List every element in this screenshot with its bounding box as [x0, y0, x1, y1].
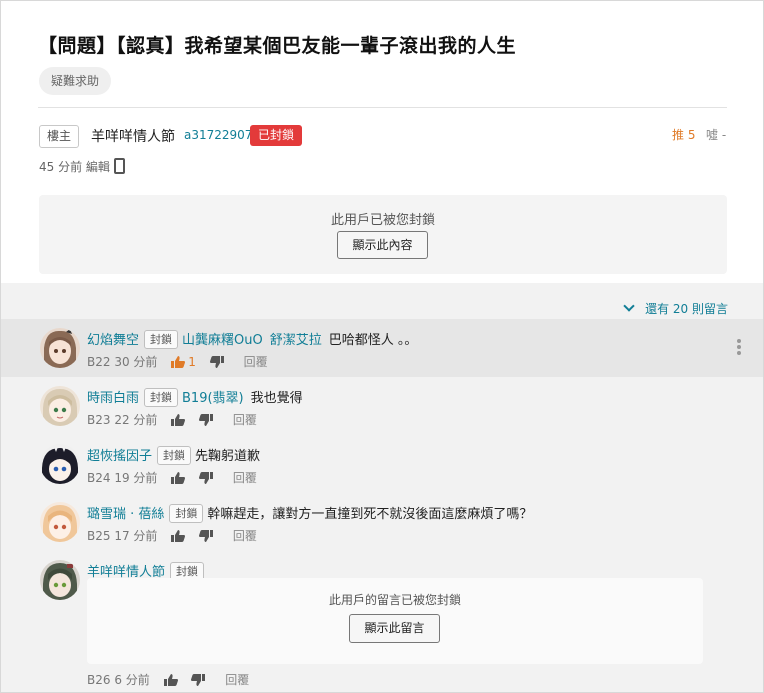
thumbs-down-icon[interactable]: [199, 529, 214, 542]
thumbs-down-icon[interactable]: [199, 471, 214, 484]
comment-line: 璐雪瑞 · 蓓絲 封鎖 幹嘛趕走，讓對方一直撞到死不就沒後面這麼麻煩了嗎？: [87, 503, 532, 523]
comment-floor: B25: [87, 528, 111, 543]
block-user-button[interactable]: 封鎖: [157, 446, 192, 465]
show-comment-button[interactable]: 顯示此留言: [349, 614, 440, 643]
reply-link[interactable]: 回覆: [233, 527, 257, 544]
blocked-content-box: 此用戶已被您封鎖 顯示此內容: [39, 195, 727, 274]
block-user-button[interactable]: 封鎖: [144, 330, 179, 349]
comment-time: 30 分前: [114, 355, 158, 369]
like-count: 1: [188, 354, 196, 369]
reply-link[interactable]: 回覆: [233, 411, 257, 428]
comment-line: 超恢搖因子 封鎖 先鞠躬道歉: [87, 445, 260, 465]
comment-time: 17 分前: [114, 529, 158, 543]
reply-link[interactable]: 回覆: [225, 671, 249, 688]
comment-floor: B22: [87, 354, 111, 369]
more-replies-label: 還有 20 則留言: [645, 302, 728, 316]
avatar[interactable]: [40, 328, 80, 368]
blocked-comment-box: 此用戶的留言已被您封鎖 顯示此留言: [87, 578, 703, 664]
thumbs-down-icon[interactable]: [209, 355, 224, 368]
blocked-comment-message: 此用戶的留言已被您封鎖: [328, 593, 461, 607]
thumbs-down-icon[interactable]: [199, 413, 214, 426]
author-id[interactable]: a31722907: [184, 128, 252, 142]
comment-time: 6 分前: [114, 673, 150, 687]
comment-text: 幹嘛趕走，讓對方一直撞到死不就沒後面這麼麻煩了嗎？: [207, 507, 533, 522]
reply-link[interactable]: 回覆: [244, 353, 268, 370]
comment-user[interactable]: 超恢搖因子: [87, 449, 152, 464]
chevron-down-icon: [623, 300, 635, 312]
comment-meta: B22 30 分前 1 回覆: [87, 353, 268, 370]
comment-text: 先鞠躬道歉: [195, 449, 261, 464]
comment-time: 22 分前: [114, 413, 158, 427]
mobile-phone-icon: [114, 158, 125, 174]
block-user-button[interactable]: 封鎖: [144, 388, 179, 407]
thumbs-up-icon[interactable]: [171, 471, 186, 484]
thumbs-up-icon[interactable]: [163, 673, 178, 686]
push-count[interactable]: 推 5: [672, 126, 695, 143]
boo-count[interactable]: 噓 -: [706, 126, 726, 143]
avatar[interactable]: [40, 386, 80, 426]
comment-line: 時雨白雨 封鎖 B19(翡翠) 我也覺得: [87, 387, 303, 407]
op-badge: 樓主: [39, 125, 80, 148]
comment-line: 幻焰舞空 封鎖 山龔麻糬OuO 舒潔艾拉 巴哈都怪人 。。: [87, 329, 417, 349]
comment-user[interactable]: 幻焰舞空: [87, 333, 139, 348]
comment-meta: B23 22 分前 回覆: [87, 411, 257, 428]
thumbs-up-icon[interactable]: [171, 413, 186, 426]
comment-meta: B26 6 分前 回覆: [87, 671, 249, 688]
comment-user[interactable]: 璐雪瑞 · 蓓絲: [87, 507, 164, 522]
mention-link[interactable]: B19(翡翠): [182, 391, 244, 406]
comment-meta: B25 17 分前 回覆: [87, 527, 257, 544]
author-name[interactable]: 羊咩咩情人節: [91, 126, 175, 146]
comments-section: 還有 20 則留言 幻焰舞空 封鎖 山龔麻糬OuO 舒潔艾拉 巴哈都怪人 。。 B22 …: [1, 283, 763, 692]
reply-link[interactable]: 回覆: [233, 469, 257, 486]
more-options-icon[interactable]: [737, 339, 741, 357]
blocked-message: 此用戶已被您封鎖: [330, 213, 435, 228]
comment-row: 璐雪瑞 · 蓓絲 封鎖 幹嘛趕走，讓對方一直撞到死不就沒後面這麼麻煩了嗎？ B25 …: [1, 493, 763, 551]
comment-floor: B23: [87, 412, 111, 427]
post-frame: 【問題】【認真】我希望某個巴友能一輩子滾出我的人生 疑難求助 樓主 羊咩咩情人節…: [0, 0, 764, 693]
avatar[interactable]: [40, 502, 80, 542]
edited-meta: 45 分前 編輯: [39, 160, 110, 174]
comment-row: 幻焰舞空 封鎖 山龔麻糬OuO 舒潔艾拉 巴哈都怪人 。。 B22 30 分前 1 回覆: [1, 319, 763, 377]
comment-text: 我也覺得: [250, 391, 303, 406]
mention-link[interactable]: 山龔麻糬OuO: [182, 333, 263, 348]
block-user-button[interactable]: 封鎖: [169, 504, 204, 523]
avatar[interactable]: [40, 444, 80, 484]
blocked-badge: 已封鎖: [250, 125, 303, 146]
more-replies-link[interactable]: 還有 20 則留言: [623, 300, 728, 317]
comment-floor: B26: [87, 672, 111, 687]
comment-row: 超恢搖因子 封鎖 先鞠躬道歉 B24 19 分前 回覆: [1, 435, 763, 493]
thumbs-up-icon[interactable]: [171, 355, 186, 368]
post-title: 【問題】【認真】我希望某個巴友能一輩子滾出我的人生: [38, 35, 517, 57]
divider: [38, 107, 727, 108]
comment-text: 巴哈都怪人 。。: [328, 333, 418, 348]
comment-user[interactable]: 時雨白雨: [87, 391, 139, 406]
avatar[interactable]: [40, 560, 80, 600]
thumbs-down-icon[interactable]: [191, 673, 206, 686]
show-content-button[interactable]: 顯示此內容: [337, 231, 428, 259]
category-tag[interactable]: 疑難求助: [39, 67, 112, 95]
comment-time: 19 分前: [114, 471, 158, 485]
thumbs-up-icon[interactable]: [171, 529, 186, 542]
comment-floor: B24: [87, 470, 111, 485]
comment-meta: B24 19 分前 回覆: [87, 469, 257, 486]
comment-row: 時雨白雨 封鎖 B19(翡翠) 我也覺得 B23 22 分前 回覆: [1, 377, 763, 435]
mention-link[interactable]: 舒潔艾拉: [270, 333, 322, 348]
